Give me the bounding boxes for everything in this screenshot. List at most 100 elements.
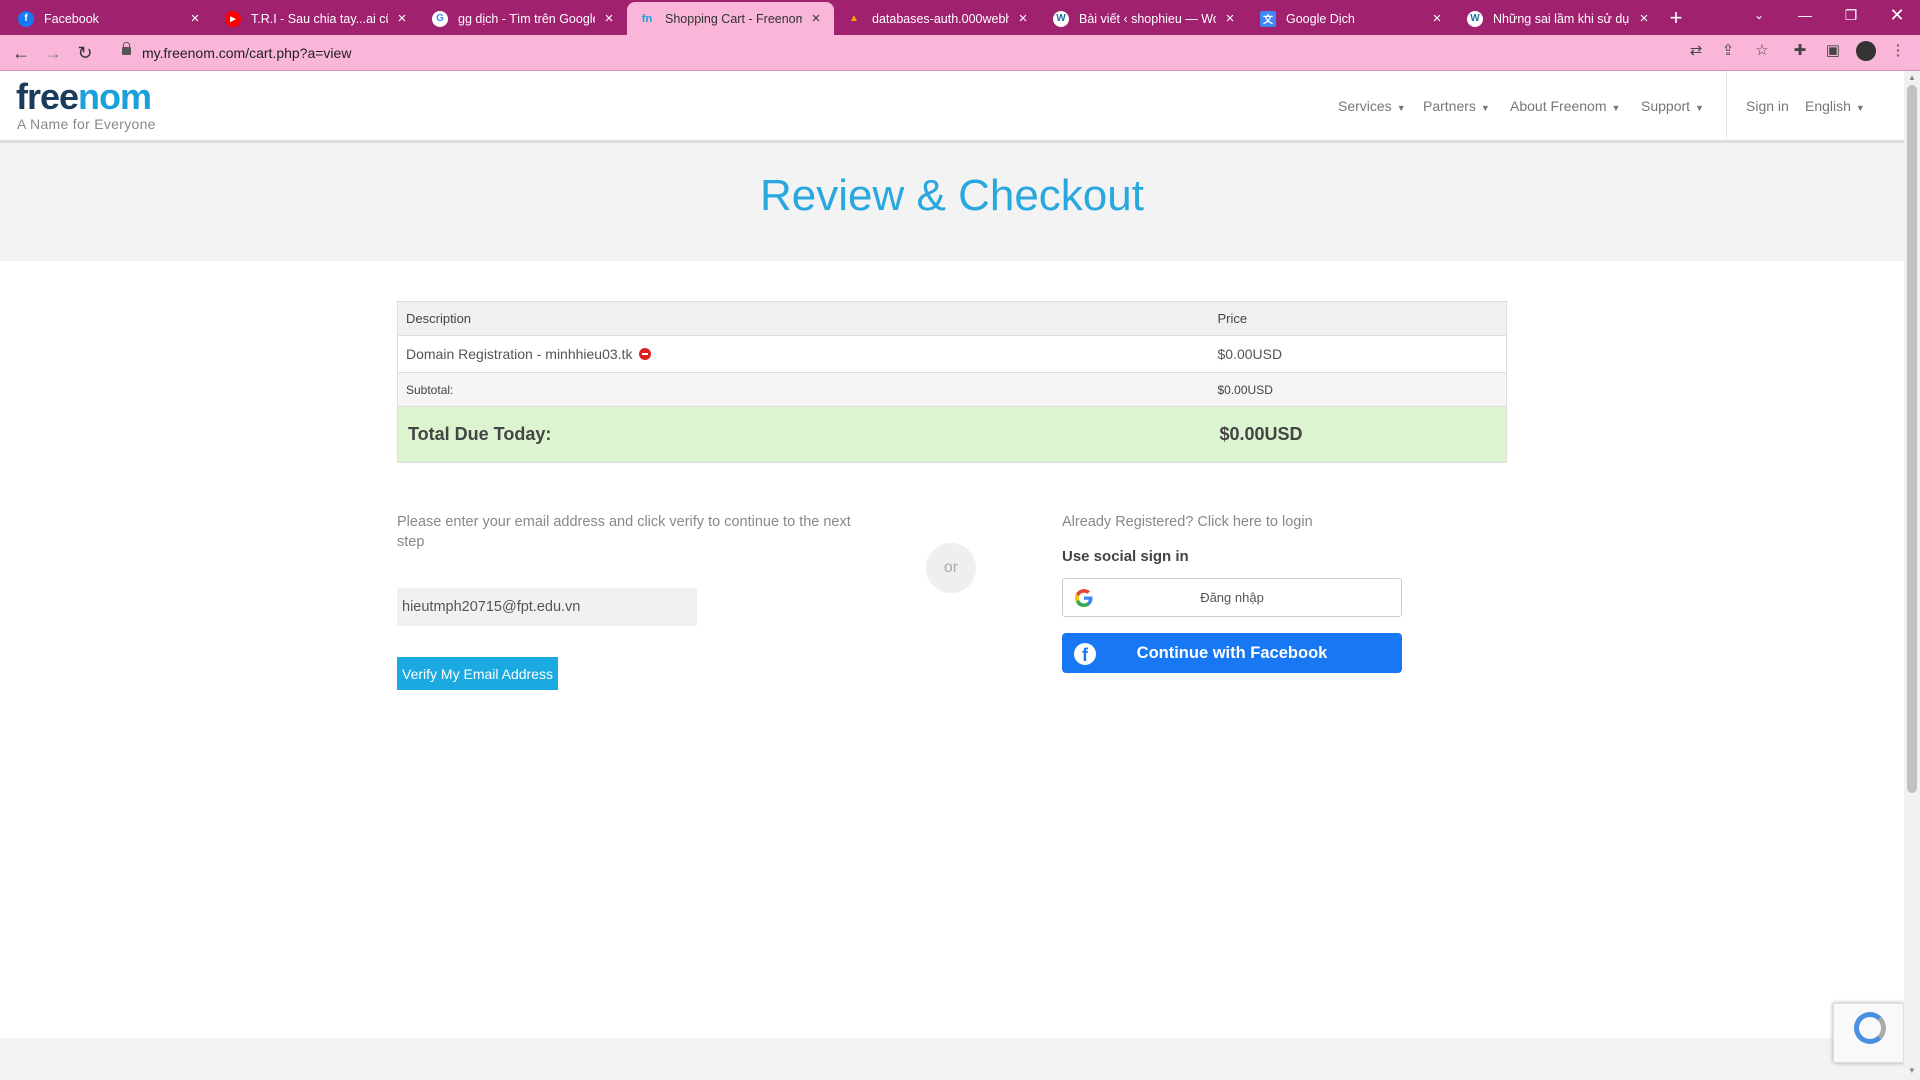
google-translate-icon: 文	[1260, 10, 1276, 27]
chevron-down-icon: ▼	[1695, 103, 1704, 113]
reload-icon[interactable]: ↻	[72, 40, 98, 66]
nav-about[interactable]: About Freenom ▼	[1510, 98, 1620, 114]
close-icon[interactable]: ×	[808, 10, 824, 27]
subtotal-label: Subtotal:	[397, 372, 1210, 407]
page-scrollbar[interactable]: ▲ ▼	[1904, 71, 1920, 1080]
verify-instructions: Please enter your email address and clic…	[397, 514, 851, 550]
chevron-down-icon: ▼	[1396, 103, 1406, 113]
scroll-down-icon[interactable]: ▼	[1904, 1066, 1920, 1075]
tab-wordpress-article[interactable]: W Những sai lầm khi sử dụng ×	[1455, 2, 1662, 35]
tab-title: gg dịch - Tìm trên Google	[458, 11, 595, 26]
close-icon[interactable]: ×	[1015, 10, 1031, 27]
tab-freenom[interactable]: fn Shopping Cart - Freenom ×	[627, 2, 834, 35]
total-row: Total Due Today: $0.00USD	[397, 406, 1507, 463]
language-select[interactable]: English ▼	[1805, 98, 1865, 114]
freenom-icon: fn	[641, 12, 653, 25]
page-title: Review & Checkout	[760, 171, 1144, 220]
share-icon[interactable]: ⇪	[1718, 41, 1738, 61]
remove-item-icon[interactable]	[639, 348, 652, 360]
login-link[interactable]: Already Registered? Click here to login	[1062, 514, 1313, 530]
tab-google-translate[interactable]: 文 Google Dịch ×	[1248, 2, 1455, 35]
tagline: A Name for Everyone	[17, 116, 156, 132]
close-icon[interactable]: ×	[1222, 10, 1238, 27]
facebook-button-label: Continue with Facebook	[1136, 644, 1328, 662]
col-price: Price	[1209, 301, 1507, 336]
verify-email-button[interactable]: Verify My Email Address	[397, 657, 558, 690]
close-icon[interactable]: ×	[1429, 10, 1445, 27]
recaptcha-badge[interactable]	[1833, 1003, 1904, 1063]
nav-divider	[1726, 71, 1727, 143]
item-price: $0.00USD	[1209, 335, 1507, 373]
sign-in-link[interactable]: Sign in	[1746, 98, 1789, 114]
close-window-icon[interactable]: ✕	[1874, 0, 1920, 30]
google-icon	[1075, 589, 1093, 607]
wordpress-icon: W	[1053, 10, 1069, 27]
facebook-icon: f	[18, 10, 34, 27]
nav-partners[interactable]: Partners ▼	[1423, 98, 1490, 114]
address-bar: ← → ↻ my.freenom.com/cart.php?a=view ⇄ ⇪…	[0, 35, 1920, 71]
000webhost-icon: ▲	[849, 13, 859, 24]
url-text[interactable]: my.freenom.com/cart.php?a=view	[142, 45, 351, 61]
site-header: freenom A Name for Everyone Services ▼ Pa…	[0, 71, 1904, 143]
tab-title: Bài viết ‹ shophieu — Wor	[1079, 11, 1216, 26]
logo-free: free	[16, 76, 79, 117]
scrollbar-thumb[interactable]	[1907, 85, 1917, 793]
minimize-icon[interactable]: —	[1782, 0, 1828, 30]
total-value: $0.00USD	[1209, 406, 1507, 463]
google-signin-button[interactable]: Đăng nhập	[1062, 578, 1402, 617]
item-description: Domain Registration - minhhieu03.tk	[406, 346, 633, 362]
new-tab-icon[interactable]: +	[1662, 4, 1690, 32]
profile-avatar[interactable]	[1856, 41, 1876, 61]
recaptcha-icon	[1854, 1012, 1886, 1044]
tab-search-icon[interactable]: ⌄	[1736, 0, 1782, 30]
tab-000webhost[interactable]: ▲ databases-auth.000webho ×	[834, 2, 1041, 35]
bookmark-star-icon[interactable]: ☆	[1752, 41, 1772, 61]
google-button-label: Đăng nhập	[1200, 590, 1264, 605]
back-icon[interactable]: ←	[8, 40, 34, 66]
forward-icon[interactable]: →	[40, 40, 66, 66]
facebook-signin-button[interactable]: f Continue with Facebook	[1062, 633, 1402, 673]
close-icon[interactable]: ×	[394, 10, 410, 27]
cart-table: Description Price Domain Registration - …	[397, 301, 1507, 463]
tab-title: T.R.I - Sau chia tay...ai cũng	[251, 11, 388, 26]
tab-title: Những sai lầm khi sử dụng	[1493, 11, 1630, 26]
nav-label: About Freenom	[1510, 98, 1607, 114]
browser-tab-bar: f Facebook × ▶ T.R.I - Sau chia tay...ai…	[0, 0, 1920, 35]
close-icon[interactable]: ×	[187, 10, 203, 27]
omnibox[interactable]: my.freenom.com/cart.php?a=view	[108, 39, 1718, 67]
table-header-row: Description Price	[397, 301, 1507, 336]
col-description: Description	[397, 301, 1210, 336]
tab-youtube[interactable]: ▶ T.R.I - Sau chia tay...ai cũng ×	[213, 2, 420, 35]
total-label: Total Due Today:	[397, 406, 1210, 463]
tab-title: Shopping Cart - Freenom	[665, 11, 802, 26]
hero-banner: Review & Checkout	[0, 143, 1904, 261]
tab-wordpress-posts[interactable]: W Bài viết ‹ shophieu — Wor ×	[1041, 2, 1248, 35]
side-panel-icon[interactable]: ▣	[1823, 41, 1843, 61]
menu-icon[interactable]: ⋮	[1888, 41, 1908, 61]
language-label: English	[1805, 98, 1851, 114]
subtotal-value: $0.00USD	[1209, 372, 1507, 407]
youtube-icon: ▶	[225, 10, 241, 27]
nav-services[interactable]: Services ▼	[1338, 98, 1406, 114]
google-icon: G	[432, 10, 448, 27]
restore-icon[interactable]: ❐	[1828, 0, 1874, 30]
wordpress-icon: W	[1467, 10, 1483, 27]
freenom-logo[interactable]: freenom	[16, 76, 152, 117]
chevron-down-icon: ▼	[1480, 103, 1490, 113]
tab-google-search[interactable]: G gg dịch - Tìm trên Google ×	[420, 2, 627, 35]
close-icon[interactable]: ×	[1636, 10, 1652, 27]
nav-label: Support	[1641, 98, 1691, 114]
chevron-down-icon: ▼	[1611, 103, 1621, 113]
close-icon[interactable]: ×	[601, 10, 617, 27]
scroll-up-icon[interactable]: ▲	[1904, 73, 1920, 82]
translate-icon[interactable]: ⇄	[1686, 41, 1706, 61]
lock-icon[interactable]	[122, 42, 131, 55]
email-field[interactable]	[397, 588, 697, 626]
extensions-icon[interactable]: ✚	[1790, 41, 1810, 61]
tab-title: Google Dịch	[1286, 11, 1355, 26]
nav-support[interactable]: Support ▼	[1641, 98, 1704, 114]
tab-facebook[interactable]: f Facebook ×	[6, 2, 213, 35]
or-divider: or	[926, 543, 976, 593]
tab-title: databases-auth.000webho	[872, 11, 1009, 26]
facebook-icon: f	[1074, 643, 1096, 665]
